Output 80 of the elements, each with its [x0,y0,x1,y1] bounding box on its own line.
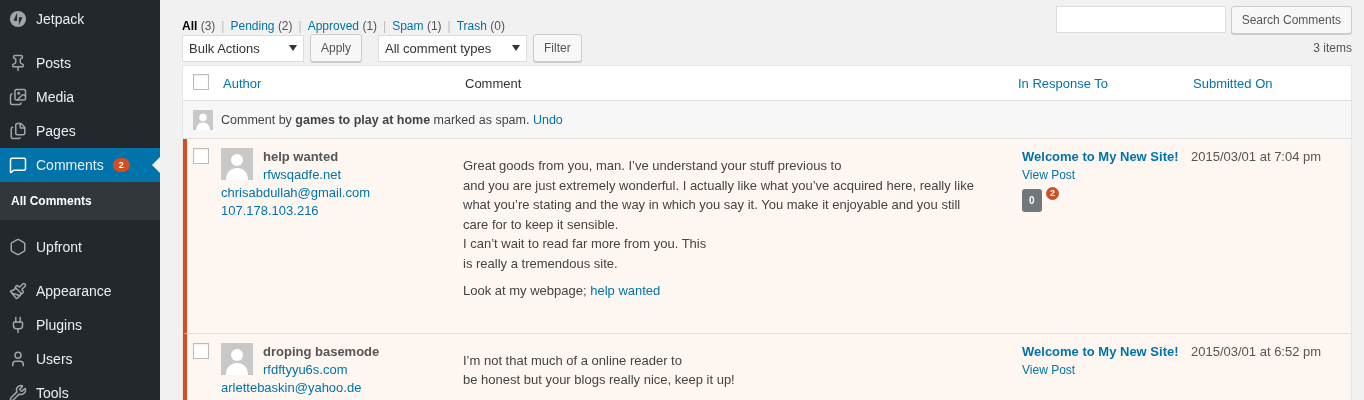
menu-label: Users [36,351,73,367]
column-header[interactable]: In Response To [1012,75,1187,91]
search-field[interactable] [1055,6,1226,33]
menu-item[interactable]: Pages [0,114,160,148]
comment-text: Great goods from you, man. I’ve understand your stuff previous to and you are just extremely wonderful. I actually like what you’ve acquired here, really like what you’re stating and the way in which you say it. You make it enjoyable and you still care for to keep it sensible. I can’t wait to read far more from you. This is really a tremendous site. [463,157,975,273]
author-url[interactable]: rfwsqadfe.net [263,166,463,183]
author-url[interactable]: rfdftyyu6s.com [263,360,463,378]
menu-item[interactable]: Appearance [0,274,160,308]
column-header[interactable]: Author [217,75,459,91]
submitted-date: 2015/03/01 at 6:52 pm [1191,342,1323,361]
menu-label: Media [36,89,75,105]
menu-item[interactable]: Jetpack [0,2,160,36]
filter-link[interactable]: Pending (2) [230,19,293,33]
comment-type-select[interactable]: All comment types [378,34,528,62]
author-name: droping basemode [263,342,381,360]
separator: | [221,19,225,33]
comment-link[interactable]: help wanted [590,283,661,298]
pending-count-badge[interactable]: 2 [1044,185,1061,202]
pin-icon [9,54,27,72]
author-email[interactable]: chrisabdullah@gmail.com [221,184,463,201]
menu-label: Posts [36,55,71,71]
speech-bubble-icon [9,156,27,174]
count-badge: 2 [112,158,130,172]
jetpack-icon [9,10,27,28]
menu-label: Jetpack [36,11,85,27]
menu-item[interactable]: Posts [0,46,160,80]
filter-link[interactable]: Spam (1) [392,19,442,33]
undo-link[interactable]: Undo [532,112,563,127]
spam-notice: Comment by games to play at home marked as spam. Undo [221,112,563,127]
menu-label: Tools [36,385,69,400]
menu-label: Pages [36,123,76,139]
row-checkbox[interactable] [193,148,209,164]
images-icon [9,88,27,106]
menu-item[interactable]: Tools [0,376,160,400]
separator: | [447,19,451,33]
hexagon-icon [9,238,27,256]
wrench-icon [9,384,27,400]
menu-label: Upfront [36,239,82,255]
submenu-item[interactable]: All Comments [0,189,160,213]
filter-link[interactable]: Approved (1) [307,19,378,33]
select-all-checkbox[interactable] [193,73,209,90]
user-icon [9,350,27,368]
separator: | [298,19,302,33]
author-email[interactable]: arlettebaskin@yahoo.de [221,378,463,396]
column-header: Comment [464,75,523,91]
menu-item[interactable]: Plugins [0,308,160,342]
submitted-date: 2015/03/01 at 7:04 pm [1191,148,1323,166]
column-header[interactable]: Submitted On [1187,75,1351,91]
filter-link[interactable]: Trash (0) [456,19,505,33]
filter-button[interactable]: Filter [533,34,582,62]
caret-icon [289,45,297,51]
comment-text: Look at my webpage; help wanted [463,282,662,300]
avatar-icon [221,342,253,375]
row-checkbox[interactable] [193,342,209,359]
menu-label: Plugins [36,317,82,333]
post-title-link[interactable]: Welcome to My New Site! [1022,342,1191,361]
pages-icon [9,122,27,140]
author-name: help wanted [263,148,340,165]
comment-text: I’m not that much of a online reader to be honest but your blogs really nice, keep it up! [463,351,736,389]
menu-item[interactable]: Users [0,342,160,376]
apply-button[interactable]: Apply [310,34,363,62]
menu-label: Comments [36,157,104,173]
approved-count-bubble[interactable]: 0 [1022,189,1042,212]
menu-item[interactable]: Media [0,80,160,114]
separator: | [383,19,387,33]
filter-link[interactable]: All (3) [182,19,216,33]
paintbrush-icon [9,282,27,300]
menu-item[interactable]: Comments 2 [0,148,160,182]
caret-icon [512,45,521,51]
items-count: 3 items [1313,41,1352,55]
menu-item[interactable]: Upfront [0,230,160,264]
bulk-actions-select[interactable]: Bulk Actions [182,34,304,62]
post-title-link[interactable]: Welcome to My New Site! [1022,148,1191,166]
avatar-icon [193,109,213,130]
avatar-icon [221,148,253,180]
author-ip[interactable]: 107.178.103.216 [221,202,463,219]
view-post-link[interactable]: View Post [1022,167,1191,184]
menu-label: Appearance [36,283,112,299]
view-post-link[interactable]: View Post [1022,361,1191,379]
search-button[interactable]: Search Comments [1230,6,1352,34]
